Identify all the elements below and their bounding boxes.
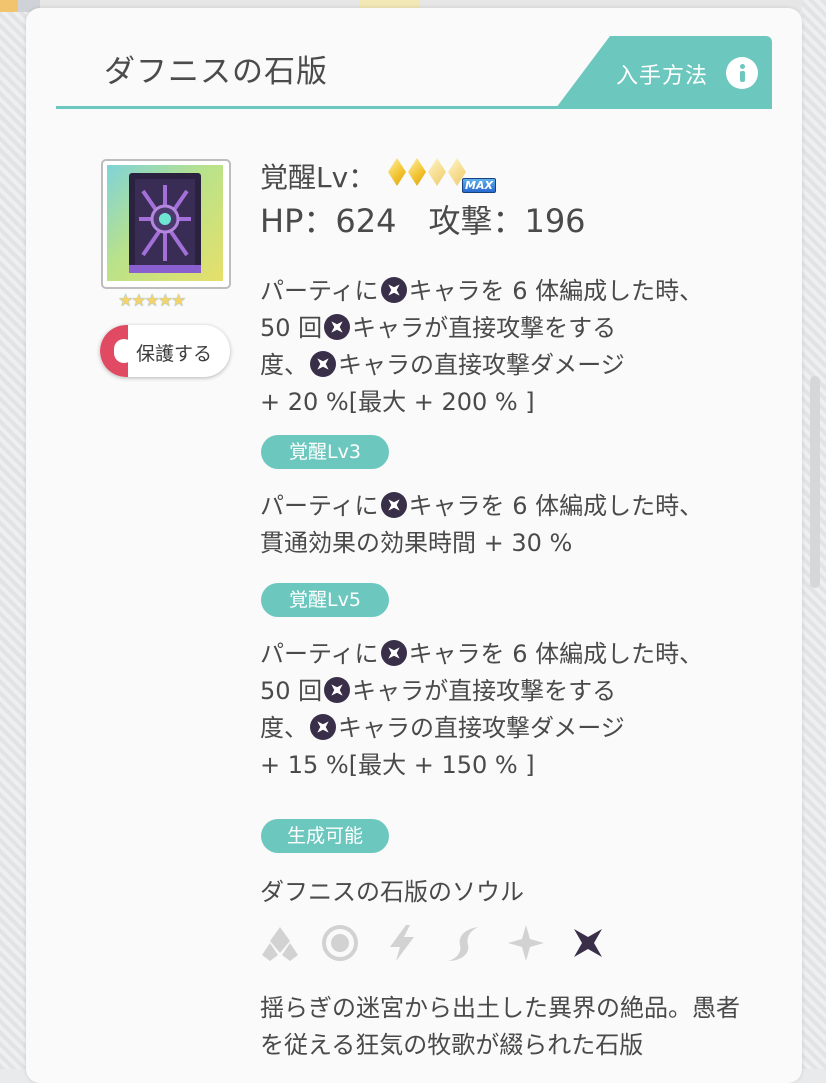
dark-attribute-icon[interactable] <box>568 923 608 963</box>
lv5-effect-text: パーティに キャラを 6 体編成した時、 50 回キャラが直接攻撃をする 度、 キャ… <box>260 640 704 779</box>
dark-attribute-icon <box>310 351 336 377</box>
dark-attribute-icon <box>310 714 336 740</box>
awaken-diamond-icon <box>388 158 406 186</box>
awaken-level-label: 覚醒Lv： <box>260 161 377 194</box>
hp-value: HP：624 <box>260 202 397 240</box>
wind-attribute-icon[interactable] <box>444 923 484 963</box>
dark-attribute-icon <box>380 277 407 303</box>
max-badge: MAX <box>462 178 496 193</box>
item-description: 揺らぎの迷宮から出土した異界の絶品。愚者を従える狂気の牧歌が綴られた石版 <box>260 994 740 1059</box>
thunder-attribute-icon[interactable] <box>382 923 422 963</box>
page-title: ダフニスの石版 <box>104 54 328 90</box>
awaken-level-indicator <box>388 158 468 190</box>
star-icon: ★ <box>171 291 187 311</box>
protect-toggle-button[interactable]: 保護する <box>100 325 230 377</box>
info-icon[interactable] <box>726 57 758 89</box>
dark-attribute-icon <box>380 640 407 666</box>
scrollbar[interactable] <box>810 376 820 588</box>
light-attribute-icon[interactable] <box>506 923 546 963</box>
dark-attribute-icon <box>380 492 407 518</box>
protect-label: 保護する <box>136 343 213 365</box>
dark-attribute-icon <box>324 677 351 703</box>
dark-attribute-icon <box>324 314 351 340</box>
awaken-lv5-badge: 覚醒Lv5 <box>261 583 389 617</box>
background-left <box>0 12 26 1069</box>
header-divider <box>56 106 772 109</box>
awaken-lv3-badge: 覚醒Lv3 <box>261 435 389 469</box>
base-effect-text: パーティに キャラを 6 体編成した時、 50 回キャラが直接攻撃をする 度、 キャ… <box>260 277 704 416</box>
awaken-diamond-icon <box>408 158 426 186</box>
water-attribute-icon[interactable] <box>320 923 360 963</box>
rarity-stars: ★★★★★ <box>118 291 187 311</box>
awaken-diamond-icon <box>428 158 446 186</box>
stats-line: HP：624 攻撃：196 <box>260 196 586 242</box>
attack-value: 攻撃：196 <box>428 202 586 240</box>
earth-attribute-icon[interactable] <box>260 923 300 963</box>
stone-tablet-item-image <box>107 165 223 281</box>
lv3-effect-text: パーティに キャラを 6 体編成した時、 貫通効果の効果時間 + 30 % <box>260 492 704 557</box>
obtain-method-label[interactable]: 入手方法 <box>616 58 708 90</box>
creatable-badge: 生成可能 <box>261 819 389 853</box>
soul-name: ダフニスの石版のソウル <box>260 878 524 906</box>
